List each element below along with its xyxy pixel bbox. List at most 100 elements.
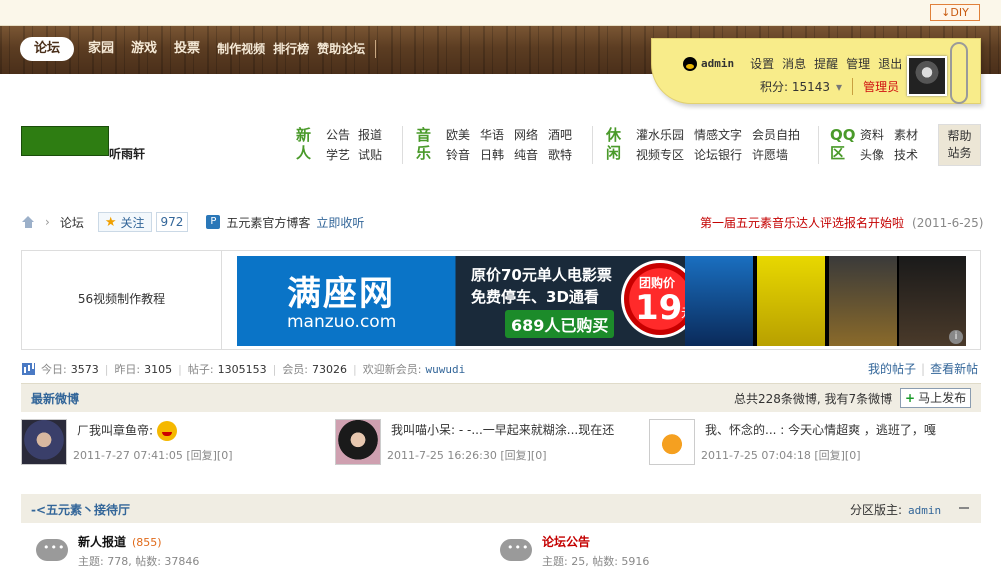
post-avatar[interactable]: [649, 419, 695, 465]
nav-vote[interactable]: 投票: [174, 37, 200, 61]
site-logo[interactable]: [21, 126, 109, 156]
plus-icon: +: [905, 391, 916, 405]
reminders-link[interactable]: 提醒: [814, 55, 838, 72]
quicklink[interactable]: 素材: [894, 126, 928, 144]
post-meta[interactable]: 2011-7-25 16:26:30 [回复][0]: [387, 447, 547, 463]
nav-forum[interactable]: 论坛: [20, 37, 75, 61]
quicklink[interactable]: 头像: [860, 146, 894, 164]
score-text[interactable]: 积分: 15143: [760, 78, 830, 95]
publish-label: 马上发布: [918, 391, 967, 405]
post-avatar[interactable]: [335, 419, 381, 465]
post-content: ㄏ我叫章鱼帝:: [77, 423, 154, 438]
forum-stats: 主题: 778, 帖数: 37846: [78, 555, 200, 568]
quicklink[interactable]: 许愿墙: [752, 146, 810, 164]
paper-clip-icon: [950, 42, 968, 104]
new-posts-link[interactable]: 查看新帖: [930, 362, 978, 376]
settings-link[interactable]: 设置: [750, 55, 774, 72]
diy-button[interactable]: ↓DIY: [930, 4, 980, 21]
forum-name[interactable]: 新人报道 (855): [78, 533, 199, 550]
ad-text-link[interactable]: 56视频制作教程: [22, 251, 222, 349]
announcement[interactable]: 第一届五元素音乐达人评选报名开始啦 (2011-6-25): [700, 214, 983, 231]
quicklink[interactable]: 试贴: [358, 146, 390, 164]
role-link[interactable]: 管理员: [852, 78, 899, 95]
quicklinks-title: 音乐: [416, 126, 432, 162]
main-nav: 论坛 家园 游戏 投票 制作视频 排行榜 赞助论坛: [20, 37, 377, 61]
quicklinks-title: 休闲: [606, 126, 622, 162]
follow-button[interactable]: ★ 关注: [97, 212, 152, 232]
quicklinks-grid: 欧美 华语 网络 酒吧 铃音 日韩 纯音 歌特: [446, 126, 582, 164]
nav-home[interactable]: 家园: [88, 37, 114, 61]
moderator-link[interactable]: admin: [908, 504, 941, 517]
top-strip: [0, 0, 1001, 26]
quicklink[interactable]: 铃音: [446, 146, 480, 164]
help-button[interactable]: 帮助 站务: [938, 124, 981, 166]
forum-name[interactable]: 论坛公告: [542, 533, 649, 550]
quicklink[interactable]: 灌水乐园: [636, 126, 694, 144]
quicklink[interactable]: 情感文字: [694, 126, 752, 144]
newest-member-link[interactable]: wuwudi: [425, 363, 465, 376]
quicklink[interactable]: 学艺: [326, 146, 358, 164]
forum-text: 论坛公告 主题: 25, 帖数: 5916: [542, 533, 649, 569]
quicklink[interactable]: 酒吧: [548, 126, 582, 144]
stat-label: 会员:: [282, 363, 309, 376]
post-meta[interactable]: 2011-7-25 07:04:18 [回复][0]: [701, 447, 861, 463]
blog-link[interactable]: 五元素官方博客: [226, 214, 310, 231]
my-posts-link[interactable]: 我的帖子: [868, 362, 916, 376]
ad-area: 56视频制作教程 满座网 manzuo.com 原价70元单人电影票 免费停车、…: [21, 250, 981, 350]
post-meta[interactable]: 2011-7-27 07:41:05 [回复][0]: [73, 447, 233, 463]
logout-link[interactable]: 退出: [878, 55, 902, 72]
quicklink[interactable]: 视频专区: [636, 146, 694, 164]
quicklink[interactable]: 网络: [514, 126, 548, 144]
nav-games[interactable]: 游戏: [131, 37, 157, 61]
announcement-text[interactable]: 第一届五元素音乐达人评选报名开始啦: [700, 216, 904, 230]
info-icon[interactable]: i: [949, 330, 963, 344]
subscribe-link[interactable]: 立即收听: [316, 214, 364, 231]
quicklink[interactable]: 会员自拍: [752, 126, 810, 144]
user-avatar[interactable]: [907, 56, 947, 96]
weibo-title[interactable]: 最新微博: [31, 390, 79, 407]
banner-price: 19: [635, 288, 683, 328]
forum-text: 新人报道 (855) 主题: 778, 帖数: 37846: [78, 533, 199, 569]
divider: |: [921, 362, 926, 376]
messages-link[interactable]: 消息: [782, 55, 806, 72]
stat-label: 欢迎新会员:: [362, 363, 422, 376]
divider: |: [178, 362, 182, 376]
quicklink[interactable]: 资料: [860, 126, 894, 144]
nav-ranking[interactable]: 排行榜: [273, 37, 309, 61]
movie-poster-image: [829, 256, 897, 346]
movie-poster-image: [685, 256, 753, 346]
category-title[interactable]: -<五元素丶接待厅: [31, 501, 130, 518]
quicklink[interactable]: 论坛银行: [694, 146, 752, 164]
home-icon[interactable]: [22, 216, 35, 228]
collapse-icon[interactable]: [959, 507, 969, 509]
quicklink[interactable]: 技术: [894, 146, 928, 164]
quicklink[interactable]: 华语: [480, 126, 514, 144]
stat-yesterday: 3105: [144, 362, 173, 376]
nav-divider: [375, 40, 377, 58]
follow-label: 关注: [120, 215, 145, 230]
nav-sponsor[interactable]: 赞助论坛: [317, 37, 365, 61]
username[interactable]: admin: [701, 57, 734, 70]
admin-link[interactable]: 管理: [846, 55, 870, 72]
stat-today: 3573: [70, 362, 99, 376]
publish-button[interactable]: + 马上发布: [900, 388, 971, 408]
divider: [402, 126, 403, 164]
quicklinks-leisure: 休闲 灌水乐园 情感文字 会员自拍 视频专区 论坛银行 许愿墙: [606, 126, 810, 164]
follow-count: 972: [155, 212, 189, 232]
quicklink[interactable]: 日韩: [480, 146, 514, 164]
banner-bought: 689人已购买: [505, 310, 615, 338]
ad-banner[interactable]: 满座网 manzuo.com 原价70元单人电影票 免费停车、3D通看 689人…: [237, 256, 966, 346]
quicklink[interactable]: 公告: [326, 126, 358, 144]
nav-make-video[interactable]: 制作视频: [217, 37, 265, 61]
movie-poster-image: [757, 256, 825, 346]
category-header: -<五元素丶接待厅 分区版主: admin: [21, 494, 981, 523]
post-avatar[interactable]: [21, 419, 67, 465]
quicklink[interactable]: 歌特: [548, 146, 582, 164]
my-links: 我的帖子 | 查看新帖: [868, 360, 978, 377]
site-name: 听雨轩: [109, 147, 146, 161]
quicklink[interactable]: 欧美: [446, 126, 480, 144]
chevron-down-icon[interactable]: ▾: [836, 80, 842, 94]
breadcrumb-current[interactable]: 论坛: [60, 214, 84, 231]
quicklink[interactable]: 纯音: [514, 146, 548, 164]
quicklink[interactable]: 报道: [358, 126, 390, 144]
